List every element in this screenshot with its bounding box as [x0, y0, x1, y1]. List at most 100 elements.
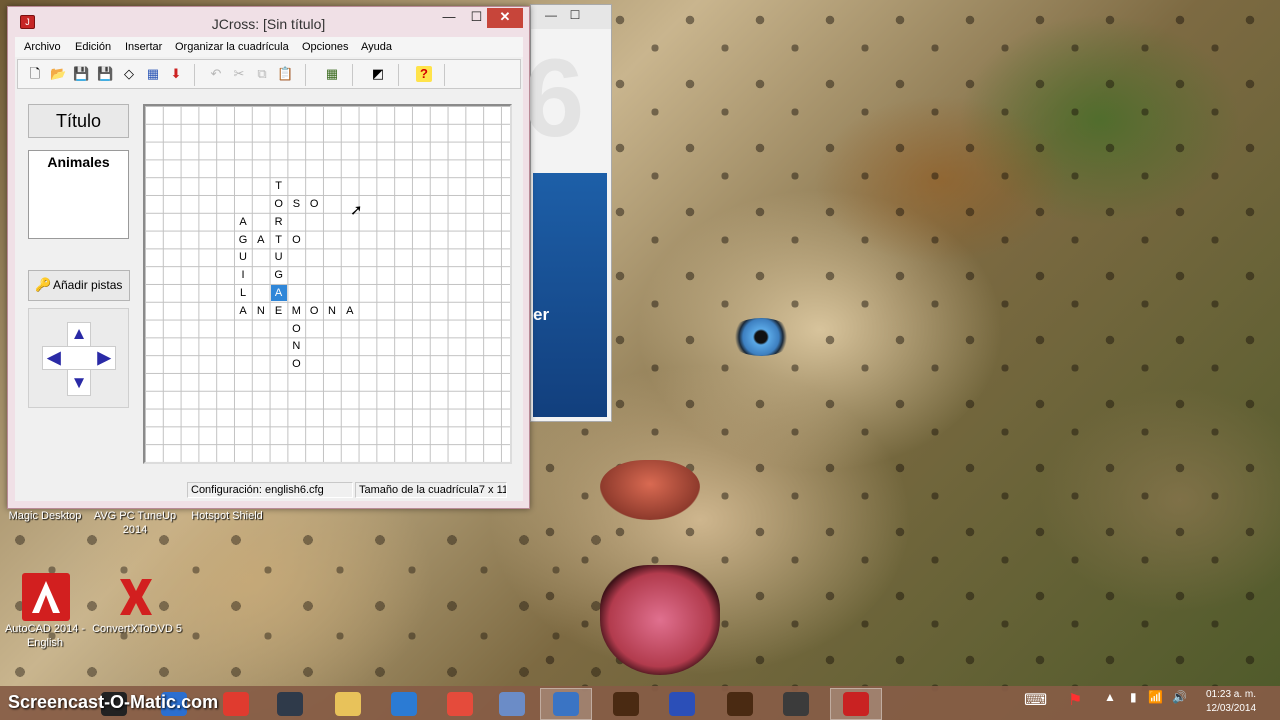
- open-icon[interactable]: 📂: [50, 66, 66, 82]
- autocad-icon[interactable]: [22, 573, 70, 621]
- grid-cell[interactable]: O: [306, 303, 322, 319]
- autocad-label[interactable]: AutoCAD 2014 - English: [0, 622, 90, 650]
- grid-cell[interactable]: O: [271, 196, 287, 212]
- battery-icon[interactable]: ▮: [1130, 690, 1137, 704]
- taskbar-installer-app[interactable]: [540, 688, 592, 720]
- grid-cell[interactable]: O: [288, 232, 304, 248]
- grid-cell[interactable]: M: [288, 303, 304, 319]
- taskbar-hand-app-2[interactable]: [656, 688, 708, 720]
- grid-cell[interactable]: A: [235, 303, 251, 319]
- grid-cell[interactable]: O: [288, 356, 304, 372]
- undo-icon[interactable]: ↶: [208, 66, 224, 82]
- chrome-app-icon: [447, 692, 473, 716]
- arrow-up-icon[interactable]: ▲: [68, 323, 90, 345]
- network-icon[interactable]: 📶: [1148, 690, 1163, 704]
- hot-potatoes-icon[interactable]: ⬇: [168, 66, 184, 82]
- desktop-label-avg-tuneup[interactable]: AVG PC TuneUp 2014: [90, 509, 180, 537]
- hand-app-2-icon: [669, 692, 695, 716]
- volume-icon[interactable]: 🔊: [1172, 690, 1187, 704]
- clock-time: 01:23 a. m.: [1205, 689, 1257, 700]
- grid-cell[interactable]: O: [288, 321, 304, 337]
- taskbar-hand-app-3[interactable]: [714, 688, 766, 720]
- toolbar-separator: [352, 64, 353, 86]
- grid-cell[interactable]: A: [235, 214, 251, 230]
- title-display: Animales: [28, 150, 129, 239]
- background-window-banner: er: [533, 173, 607, 417]
- grid-cell[interactable]: N: [324, 303, 340, 319]
- hand-app-3-icon: [727, 692, 753, 716]
- background-window-titlebar[interactable]: — ☐: [531, 5, 611, 29]
- cut-icon[interactable]: ✂: [231, 66, 247, 82]
- eraser-icon[interactable]: ◇: [121, 66, 137, 82]
- desktop-label-magic-desktop[interactable]: Magic Desktop: [4, 509, 86, 523]
- close-button[interactable]: ✕: [487, 8, 523, 28]
- paste-icon[interactable]: 📋: [277, 66, 293, 82]
- crossword-grid[interactable]: ➚ TOSOARGATOUUIGLAANEMONAONO: [143, 104, 512, 464]
- taskbar-circle-app[interactable]: [378, 688, 430, 720]
- background-window-graphic: 6: [523, 37, 585, 160]
- taskbar-avast-app[interactable]: [486, 688, 538, 720]
- taskbar-chrome-app[interactable]: [434, 688, 486, 720]
- grid-cell[interactable]: U: [271, 249, 287, 265]
- arrow-down-icon[interactable]: ▼: [68, 372, 90, 394]
- grid-cell[interactable]: L: [235, 285, 251, 301]
- grid-cell[interactable]: U: [235, 249, 251, 265]
- taskbar-clock[interactable]: 01:23 a. m. 12/03/2014: [1198, 688, 1264, 716]
- grid-cell[interactable]: E: [271, 303, 287, 319]
- action-center-icon[interactable]: ⚑: [1068, 690, 1082, 710]
- add-clues-label: Añadir pistas: [53, 278, 123, 292]
- add-clues-button[interactable]: 🔑 Añadir pistas: [28, 270, 130, 301]
- desktop-label-hotspot-shield[interactable]: Hotspot Shield: [182, 509, 272, 523]
- config-icon[interactable]: ◩: [370, 66, 386, 82]
- file-explorer-app-icon: [335, 692, 361, 716]
- arrow-right-icon[interactable]: ▶: [93, 347, 115, 369]
- keyboard-icon[interactable]: ⌨: [1024, 690, 1047, 710]
- taskbar-camtasia-app[interactable]: [264, 688, 316, 720]
- grid-move-pad: ▲ ▼ ◀ ▶: [28, 308, 129, 408]
- title-button[interactable]: Título: [28, 104, 129, 138]
- screencast-watermark: Screencast-O-Matic.com: [8, 692, 219, 712]
- grid-cell[interactable]: R: [271, 214, 287, 230]
- arrow-left-icon[interactable]: ◀: [43, 347, 65, 369]
- taskbar-screen-capture-app[interactable]: [770, 688, 822, 720]
- taskbar-file-explorer-app[interactable]: [322, 688, 374, 720]
- copy-icon[interactable]: ⧉: [254, 66, 270, 82]
- status-config: Configuración: english6.cfg: [187, 482, 353, 498]
- web-export-icon[interactable]: ▦: [145, 66, 161, 82]
- taskbar-hand-app-1[interactable]: [600, 688, 652, 720]
- menu-edicion[interactable]: Edición: [75, 41, 111, 53]
- selected-grid-cell[interactable]: A: [270, 285, 287, 301]
- grid-cell[interactable]: O: [306, 196, 322, 212]
- minimize-button[interactable]: —: [435, 8, 463, 28]
- grid-cell[interactable]: G: [271, 267, 287, 283]
- grid-cell[interactable]: G: [235, 232, 251, 248]
- menu-opciones[interactable]: Opciones: [302, 41, 348, 53]
- menu-ayuda[interactable]: Ayuda: [361, 41, 392, 53]
- clock-date: 12/03/2014: [1205, 703, 1257, 714]
- grid-cell[interactable]: S: [288, 196, 304, 212]
- background-restore-button[interactable]: ☐: [565, 8, 585, 24]
- menu-insertar[interactable]: Insertar: [125, 41, 162, 53]
- grid-cell[interactable]: T: [271, 178, 287, 194]
- grid-cell[interactable]: A: [342, 303, 358, 319]
- grid-cell[interactable]: I: [235, 267, 251, 283]
- tray-expand-icon[interactable]: ▲: [1104, 690, 1116, 704]
- background-minimize-button[interactable]: —: [541, 8, 561, 24]
- menu-organizar-cuadricula[interactable]: Organizar la cuadrícula: [175, 41, 289, 53]
- grid-icon[interactable]: ▦: [324, 66, 340, 82]
- new-icon[interactable]: 🗋: [27, 66, 43, 82]
- taskbar-jcross-app[interactable]: [830, 688, 882, 720]
- save-icon[interactable]: 💾: [73, 66, 89, 82]
- menu-archivo[interactable]: Archivo: [24, 41, 61, 53]
- save-as-icon[interactable]: 💾: [97, 66, 113, 82]
- grid-cell[interactable]: A: [253, 232, 269, 248]
- background-window[interactable]: — ☐ 6 er: [523, 4, 612, 422]
- convertxtodvd-label[interactable]: ConvertXToDVD 5: [90, 622, 184, 636]
- convertxtodvd-icon[interactable]: [112, 573, 160, 621]
- grid-cell[interactable]: T: [271, 232, 287, 248]
- window-titlebar[interactable]: J JCross: [Sin título] — ☐ ✕: [8, 7, 529, 36]
- help-icon[interactable]: ?: [416, 66, 432, 82]
- grid-cell[interactable]: N: [288, 338, 304, 354]
- maximize-button[interactable]: ☐: [463, 8, 490, 28]
- grid-cell[interactable]: N: [253, 303, 269, 319]
